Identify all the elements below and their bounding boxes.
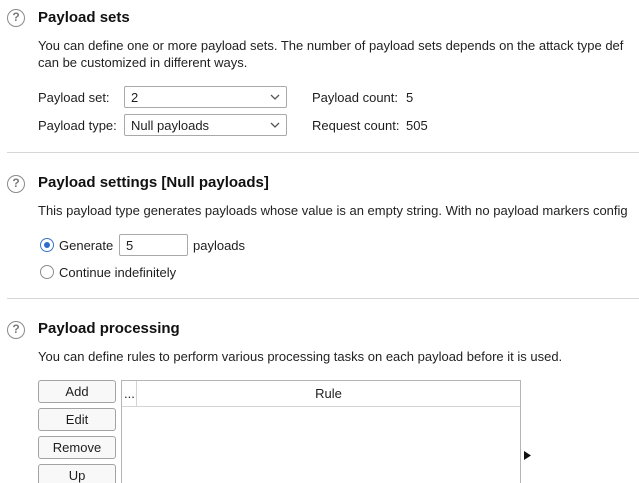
generate-radio[interactable]	[40, 238, 54, 252]
chevron-down-icon	[270, 122, 280, 128]
edit-rule-button[interactable]: Edit	[38, 408, 116, 431]
chevron-down-icon	[270, 94, 280, 100]
help-circle-icon[interactable]: ?	[7, 9, 25, 27]
payload-type-value: Null payloads	[131, 118, 210, 133]
mouse-pointer-icon	[524, 451, 531, 460]
add-rule-button[interactable]: Add	[38, 380, 116, 403]
processing-rules-table[interactable]: ... Rule	[121, 380, 521, 483]
payload-count-label: Payload count:	[312, 90, 399, 105]
request-count-value: 505	[406, 118, 428, 133]
table-header: ... Rule	[122, 381, 520, 407]
help-circle-icon[interactable]: ?	[7, 175, 25, 193]
continue-indefinitely-label: Continue indefinitely	[59, 265, 177, 280]
table-header-rule[interactable]: Rule	[137, 386, 520, 401]
request-count-label: Request count:	[312, 118, 400, 133]
section-divider	[7, 152, 639, 153]
payload-processing-description: You can define rules to perform various …	[38, 349, 563, 364]
generate-count-input[interactable]: 5	[119, 234, 188, 256]
payloads-suffix-label: payloads	[193, 238, 246, 253]
payload-set-dropdown[interactable]: 2	[124, 86, 287, 108]
up-rule-button[interactable]: Up	[38, 464, 116, 483]
payload-set-value: 2	[131, 90, 139, 105]
remove-rule-button[interactable]: Remove	[38, 436, 116, 459]
section-divider	[7, 298, 639, 299]
payload-sets-description-line2: can be customized in different ways.	[38, 55, 248, 70]
help-circle-icon[interactable]: ?	[7, 321, 25, 339]
continue-indefinitely-radio[interactable]	[40, 265, 54, 279]
payload-sets-title: Payload sets	[38, 9, 130, 26]
table-header-ellipsis[interactable]: ...	[124, 386, 136, 401]
payload-settings-description: This payload type generates payloads who…	[38, 203, 628, 218]
payload-type-label: Payload type:	[38, 118, 117, 133]
payload-sets-description-line1: You can define one or more payload sets.…	[38, 38, 624, 53]
intruder-payloads-panel: ? Payload sets You can define one or mor…	[0, 0, 639, 483]
payload-set-label: Payload set:	[38, 90, 110, 105]
payload-processing-title: Payload processing	[38, 320, 180, 337]
payload-type-dropdown[interactable]: Null payloads	[124, 114, 287, 136]
payload-count-value: 5	[406, 90, 414, 105]
payload-settings-title: Payload settings [Null payloads]	[38, 174, 269, 191]
generate-label: Generate	[59, 238, 114, 253]
